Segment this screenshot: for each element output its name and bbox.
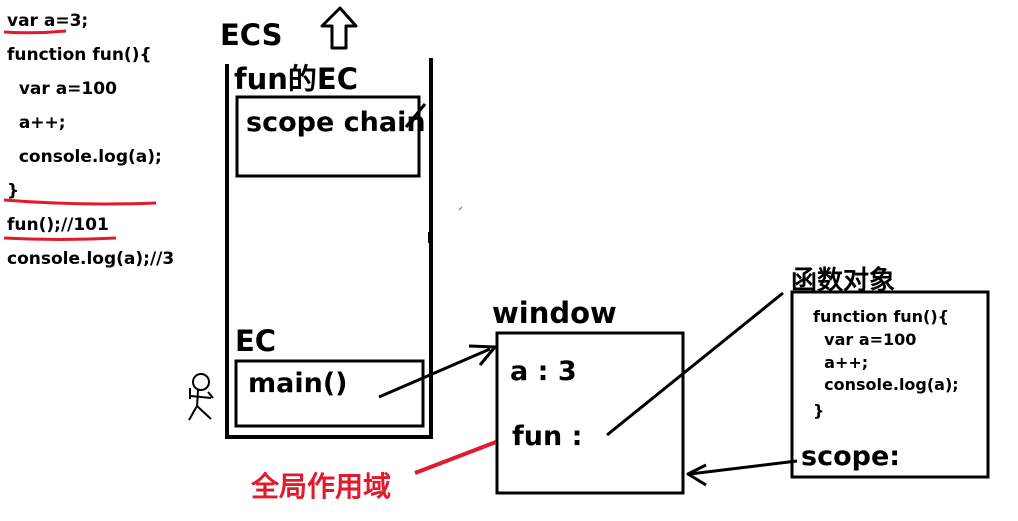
ec-label: EC: [235, 324, 277, 358]
ecs-title: ECS: [220, 18, 283, 52]
underline-fun-call: [3, 236, 117, 241]
window-title: window: [492, 296, 617, 330]
main-label: main(): [248, 368, 348, 399]
function-object-title: 函数对象: [791, 266, 896, 296]
stick-figure-icon: [188, 373, 214, 421]
fn-code-line-5: }: [813, 401, 825, 420]
fn-code-line-3: a++;: [813, 353, 869, 372]
window-var-a: a : 3: [510, 356, 577, 387]
global-scope-label: 全局作用域: [251, 470, 392, 503]
underline-var-a: [3, 29, 67, 35]
fn-code-line-2: var a=100: [813, 330, 917, 349]
scope-label: scope:: [801, 441, 901, 472]
underline-closing-brace: [3, 198, 157, 206]
fun-ec-label: fun的EC: [234, 62, 359, 96]
fn-code-line-4: console.log(a);: [813, 375, 959, 394]
push-arrow-icon: [320, 6, 358, 50]
scope-chain-label: scope chain: [246, 107, 426, 138]
window-var-fun: fun :: [512, 421, 583, 452]
fn-code-line-1: function fun(){: [813, 307, 950, 326]
